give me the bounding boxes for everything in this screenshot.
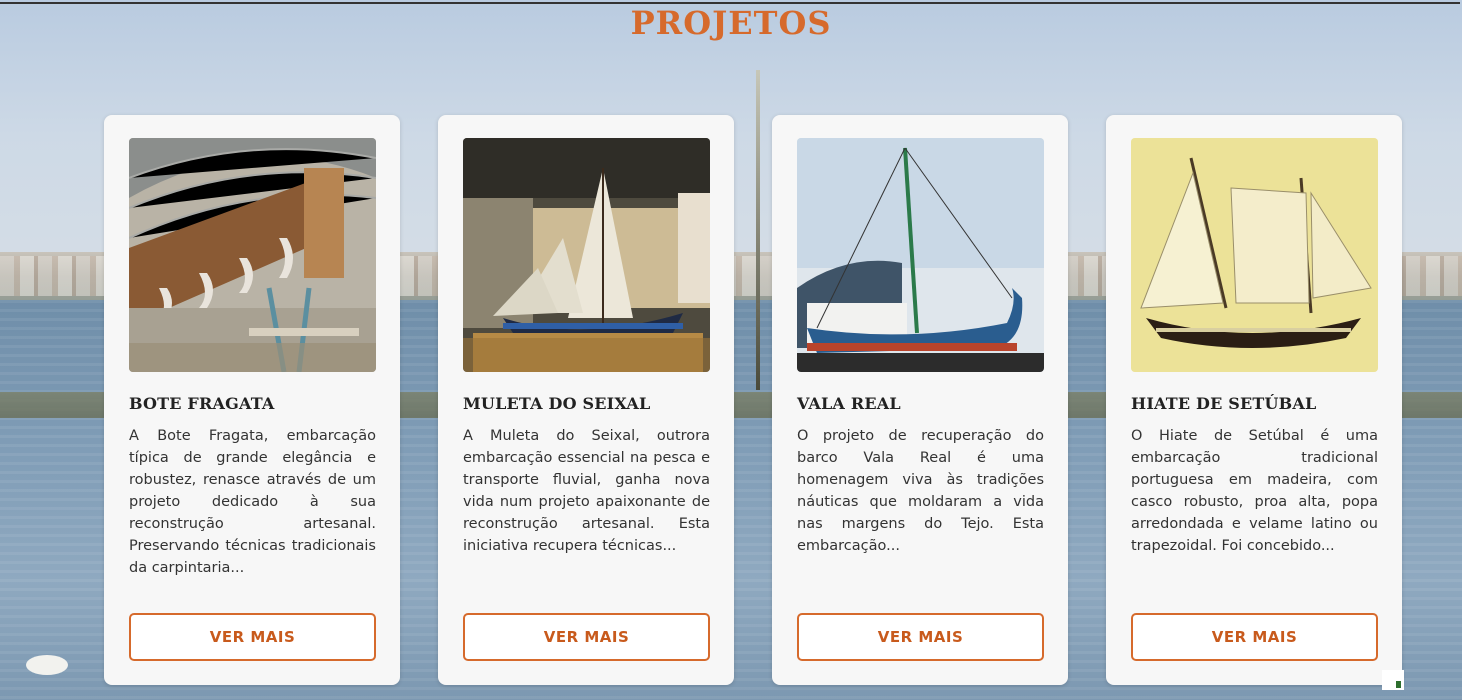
card-description: A Muleta do Seixal, outrora embarcação e… [463, 428, 710, 554]
card-description: O projeto de recuperação do barco Vala R… [797, 428, 1044, 554]
card-title: HIATE DE SETÚBAL [1131, 394, 1317, 413]
card-description: A Bote Fragata, embarcação típica de gra… [129, 428, 376, 576]
card-description: O Hiate de Setúbal é uma embarcação trad… [1131, 428, 1378, 554]
card-title: VALA REAL [797, 394, 901, 413]
sailboat-painting [1131, 138, 1378, 372]
page-title: PROJETOS [630, 4, 832, 42]
boat-on-land-photo [797, 138, 1044, 372]
project-card: MULETA DO SEIXAL A Muleta do Seixal, out… [438, 115, 734, 685]
card-title: MULETA DO SEIXAL [463, 394, 651, 413]
model-sailboat-photo [463, 138, 710, 372]
ver-mais-button[interactable]: VER MAIS [1131, 613, 1378, 661]
corner-widget[interactable] [1382, 670, 1404, 690]
project-cards: BOTE FRAGATA A Bote Fragata, embarcação … [104, 115, 1404, 685]
project-card: HIATE DE SETÚBAL O Hiate de Setúbal é um… [1106, 115, 1402, 685]
project-card: VALA REAL O projeto de recuperação do ba… [772, 115, 1068, 685]
project-card: BOTE FRAGATA A Bote Fragata, embarcação … [104, 115, 400, 685]
ver-mais-button[interactable]: VER MAIS [129, 613, 376, 661]
ver-mais-button[interactable]: VER MAIS [797, 613, 1044, 661]
boat-under-construction-photo [129, 138, 376, 372]
ver-mais-button[interactable]: VER MAIS [463, 613, 710, 661]
background-buoy [26, 655, 68, 675]
card-title: BOTE FRAGATA [129, 394, 275, 413]
